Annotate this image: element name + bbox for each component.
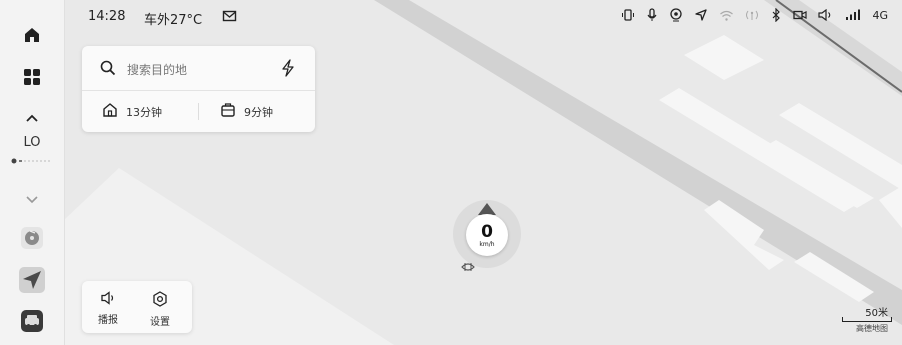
chevron-down-icon[interactable] (0, 190, 64, 210)
building (684, 35, 764, 80)
work-destination-icon[interactable] (220, 102, 236, 122)
bluetooth-icon[interactable] (770, 8, 782, 22)
outside-temperature: 车外27°C (144, 13, 203, 28)
network-type: 4G (872, 8, 888, 22)
location-icon[interactable] (669, 8, 683, 22)
hotspot-icon[interactable] (745, 9, 759, 21)
scale-bar (842, 317, 892, 322)
navigation-app-icon[interactable] (19, 267, 45, 293)
home-icon[interactable] (0, 22, 64, 48)
search-icon (100, 60, 116, 80)
status-icons: 4G (621, 8, 888, 22)
broadcast-icon (100, 291, 116, 308)
navigation-icon[interactable] (694, 8, 708, 22)
mic-icon[interactable] (646, 8, 658, 22)
volume-icon[interactable] (818, 9, 834, 21)
apps-grid-icon[interactable] (0, 64, 64, 90)
clock: 14:28 (88, 9, 126, 24)
search-placeholder: 搜索目的地 (127, 63, 188, 77)
screen: 14:28 车外27°C 4G LO 搜索目的地 13分钟 9分钟 播报 设置 … (0, 0, 902, 345)
climate-temperature: LO (23, 135, 41, 150)
settings-icon (152, 291, 168, 310)
sidebar: LO (0, 0, 65, 345)
lightning-icon[interactable] (281, 59, 295, 81)
speed-unit: km/h (479, 241, 495, 248)
broadcast-label: 播报 (98, 315, 118, 326)
phone-link-icon[interactable] (621, 8, 635, 22)
map-provider: 高德地图 (856, 324, 888, 333)
map-scale: 50米 高德地图 (842, 304, 892, 334)
settings-label: 设置 (150, 317, 170, 328)
settings-button[interactable]: 设置 (140, 291, 180, 328)
chevron-up-icon[interactable] (0, 108, 64, 128)
recording-icon[interactable] (793, 9, 808, 21)
poi-marker-icon[interactable] (461, 258, 475, 277)
speed-display: 0 km/h (466, 214, 508, 256)
quick-destinations: 13分钟 9分钟 (82, 91, 315, 132)
car-app-icon[interactable] (21, 310, 43, 332)
search-bar[interactable]: 搜索目的地 (82, 46, 315, 91)
mail-icon[interactable] (222, 8, 238, 27)
home-destination-icon[interactable] (102, 102, 118, 122)
home-eta[interactable]: 13分钟 (126, 104, 162, 120)
broadcast-button[interactable]: 播报 (88, 291, 128, 326)
music-app-icon[interactable] (21, 227, 43, 249)
search-card: 搜索目的地 13分钟 9分钟 (82, 46, 315, 132)
fan-level-icon (0, 156, 64, 166)
signal-icon (845, 9, 861, 21)
status-bar: 14:28 车外27°C 4G (64, 0, 902, 34)
work-eta[interactable]: 9分钟 (244, 104, 273, 120)
divider (198, 103, 199, 120)
speed-value: 0 (481, 222, 493, 242)
wifi-icon[interactable] (719, 9, 734, 22)
building (879, 186, 902, 228)
map-controls-card: 播报 设置 (82, 281, 192, 333)
